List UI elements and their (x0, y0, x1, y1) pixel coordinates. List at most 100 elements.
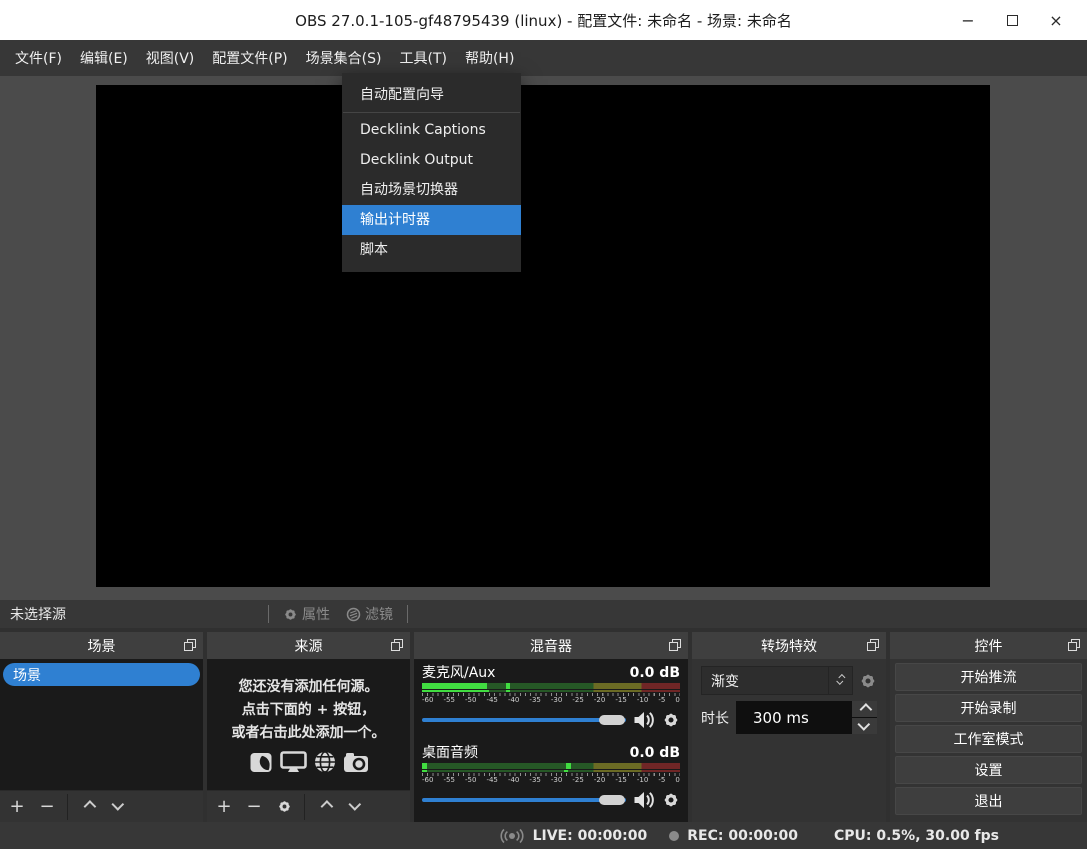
combo-arrows-icon (828, 667, 852, 694)
close-button[interactable]: × (1039, 5, 1073, 35)
sources-dock-header[interactable]: 来源 (207, 632, 410, 659)
scene-list-item[interactable]: 场景 (3, 663, 200, 686)
menu-separator (343, 112, 520, 113)
move-scene-up-button[interactable] (73, 794, 103, 820)
move-source-down-button[interactable] (340, 794, 370, 820)
menu-item-output-timer[interactable]: 输出计时器 (342, 205, 521, 235)
transition-selected-value: 渐变 (711, 673, 739, 690)
volume-slider[interactable] (422, 712, 626, 728)
live-time: LIVE: 00:00:00 (532, 827, 648, 844)
tick-label: -60 (422, 696, 434, 704)
popout-icon[interactable] (867, 639, 879, 651)
tick-label: -45 (486, 696, 498, 704)
move-source-up-button[interactable] (310, 794, 340, 820)
transitions-panel: 渐变 时长 300 ms (692, 659, 886, 822)
tick-label: -5 (658, 696, 666, 704)
maximize-button[interactable] (995, 5, 1029, 35)
menu-item-scripts[interactable]: 脚本 (342, 235, 521, 265)
mixer-channel-mic: 麦克风/Aux 0.0 dB -60 -55 -50 -45 -40 -35 -30 -25-… (422, 662, 680, 732)
mixer-dock-header[interactable]: 混音器 (414, 632, 688, 659)
gear-icon[interactable] (662, 791, 680, 809)
empty-hint-line: 或者右击此处添加一个。 (231, 725, 386, 741)
menu-item-auto-scene-switcher[interactable]: 自动场景切换器 (342, 175, 521, 205)
source-list[interactable]: 您还没有添加任何源。 点击下面的 + 按钮， 或者右击此处添加一个。 (207, 659, 410, 790)
meter-scale: -60 -55 -50 -45 -40 -35 -30 -25 -20 -15 -10 -5 0 (422, 696, 680, 705)
maximize-icon (1006, 14, 1018, 26)
menu-tools[interactable]: 工具(T) (390, 41, 455, 75)
transition-select[interactable]: 渐变 (701, 666, 853, 695)
channel-level-db: 0.0 dB (629, 665, 680, 681)
gear-icon[interactable] (662, 711, 680, 729)
controls-panel: 开始推流 开始录制 工作室模式 设置 退出 (890, 659, 1087, 822)
studio-mode-button[interactable]: 工作室模式 (895, 725, 1082, 753)
start-recording-button[interactable]: 开始录制 (895, 694, 1082, 722)
window-title: OBS 27.0.1-105-gf48795439 (linux) - 配置文件… (295, 11, 792, 30)
add-source-button[interactable]: + (209, 794, 239, 820)
start-streaming-button[interactable]: 开始推流 (895, 663, 1082, 691)
source-properties-button[interactable] (269, 794, 299, 820)
settings-button[interactable]: 设置 (895, 756, 1082, 784)
controls-dock: 控件 开始推流 开始录制 工作室模式 设置 退出 (890, 632, 1087, 822)
properties-button[interactable]: 属性 (275, 604, 338, 624)
transitions-dock-title: 转场特效 (761, 638, 817, 655)
scenes-dock: 场景 场景 + − (0, 632, 203, 822)
exit-button[interactable]: 退出 (895, 787, 1082, 815)
menu-item-decklink-captions[interactable]: Decklink Captions (342, 115, 521, 145)
volume-meter-peak-bar (422, 690, 680, 692)
volume-slider[interactable] (422, 792, 626, 808)
meter-peak (566, 763, 571, 769)
status-bar: LIVE: 00:00:00 REC: 00:00:00 CPU: 0.5%, … (0, 822, 1087, 849)
speaker-icon[interactable] (633, 791, 655, 809)
spin-up-button[interactable] (852, 701, 877, 717)
rec-time: REC: 00:00:00 (687, 827, 798, 844)
duration-value: 300 ms (753, 708, 809, 727)
move-scene-down-button[interactable] (103, 794, 133, 820)
sources-toolbar: + − (207, 790, 410, 822)
menu-file[interactable]: 文件(F) (6, 41, 71, 75)
title-bar: OBS 27.0.1-105-gf48795439 (linux) - 配置文件… (0, 0, 1087, 40)
source-type-icons (249, 751, 369, 773)
popout-icon[interactable] (669, 639, 681, 651)
scenes-dock-header[interactable]: 场景 (0, 632, 203, 659)
chevron-up-icon (83, 800, 96, 813)
menu-profile[interactable]: 配置文件(P) (203, 41, 296, 75)
add-scene-button[interactable]: + (2, 794, 32, 820)
menu-help[interactable]: 帮助(H) (456, 41, 523, 75)
transition-properties-gear-icon[interactable] (859, 672, 877, 690)
tick-label: -35 (529, 696, 541, 704)
tick-label: 0 (675, 696, 680, 704)
tick-label: -50 (464, 776, 477, 784)
mixer-dock-title: 混音器 (530, 638, 572, 655)
transitions-dock-header[interactable]: 转场特效 (692, 632, 886, 659)
duration-label: 时长 (701, 710, 729, 727)
duration-spinbox[interactable]: 300 ms (736, 701, 877, 734)
popout-icon[interactable] (184, 639, 196, 651)
meter-scale: -60 -55 -50 -45 -40 -35 -30 -25 -20 -15 -10 -5 0 (422, 776, 680, 785)
tick-label: -40 (507, 696, 520, 704)
preview-canvas[interactable] (96, 85, 990, 587)
spin-down-button[interactable] (852, 717, 877, 734)
menu-scene-collection[interactable]: 场景集合(S) (297, 41, 391, 75)
remove-scene-button[interactable]: − (32, 794, 62, 820)
remove-source-button[interactable]: − (239, 794, 269, 820)
popout-icon[interactable] (391, 639, 403, 651)
filter-icon (346, 607, 361, 622)
menu-edit[interactable]: 编辑(E) (71, 41, 137, 75)
menu-item-decklink-output[interactable]: Decklink Output (342, 145, 521, 175)
minimize-button[interactable]: − (951, 5, 985, 35)
tick-label: -30 (550, 696, 563, 704)
tick-label: -55 (443, 776, 455, 784)
slider-handle[interactable] (599, 795, 625, 805)
controls-dock-header[interactable]: 控件 (890, 632, 1087, 659)
menu-item-auto-config-wizard[interactable]: 自动配置向导 (342, 80, 521, 110)
slider-handle[interactable] (599, 715, 625, 725)
menu-view[interactable]: 视图(V) (137, 41, 204, 75)
scene-list[interactable]: 场景 (0, 659, 203, 790)
toolbar-separator (67, 793, 68, 820)
popout-icon[interactable] (1068, 639, 1080, 651)
scenes-dock-title: 场景 (87, 638, 116, 655)
filters-button[interactable]: 滤镜 (338, 604, 401, 624)
dock-row: 场景 场景 + − 来源 您还没有添加任何源。 点击下面的 + 按钮， 或者右击… (0, 628, 1087, 822)
speaker-icon[interactable] (633, 711, 655, 729)
tools-menu: 自动配置向导 Decklink Captions Decklink Output… (342, 73, 521, 272)
